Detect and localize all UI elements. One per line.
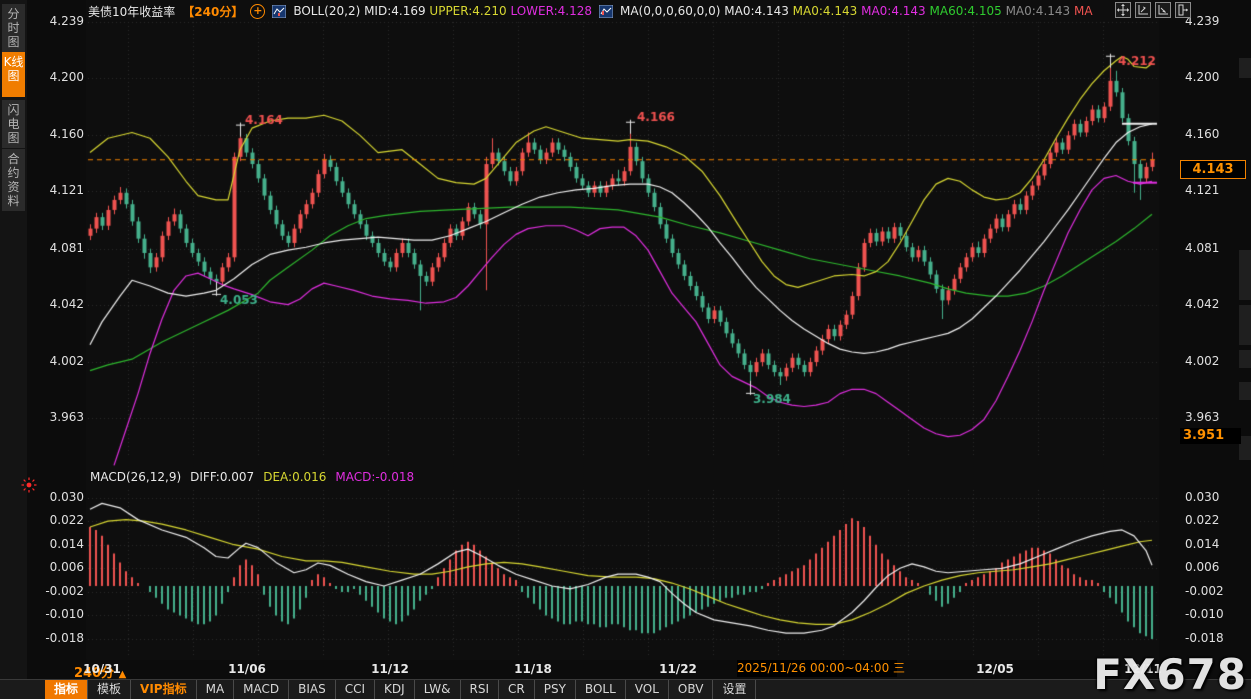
chart-header: 美债10年收益率 【240分】 + BOLL(20,2) MID:4.169 U… — [88, 3, 1093, 19]
price-label-right-5: 4.042 — [1185, 297, 1219, 311]
chart-tool-icons — [1115, 2, 1191, 18]
boll-value-1: UPPER:4.210 — [426, 4, 507, 18]
toolbar-item-BOLL[interactable]: BOLL — [576, 680, 626, 699]
price-label-right-6: 4.002 — [1185, 354, 1219, 368]
axis-scale-left-icon[interactable] — [1135, 2, 1151, 18]
price-label-left-3: 4.121 — [32, 183, 84, 197]
chart-app: 分时图K线图闪电图合约资料 美债10年收益率 【240分】 + BOLL(20,… — [0, 0, 1251, 699]
toolbar-item-MA[interactable]: MA — [197, 680, 235, 699]
boll-value-0: MID:4.169 — [360, 4, 425, 18]
ma-indicator-icon[interactable] — [599, 5, 613, 18]
price-label-left-5: 4.042 — [32, 297, 84, 311]
macd-label-right-4: -0.002 — [1185, 584, 1224, 598]
toolbar-item-模板[interactable]: 模板 — [88, 680, 131, 699]
macd-label-left-6: -0.018 — [32, 631, 84, 645]
sidebar-tab-K线图[interactable]: K线图 — [2, 52, 25, 97]
price-label-right-1: 4.200 — [1185, 70, 1219, 84]
price-label-left-0: 4.239 — [32, 14, 84, 28]
right-strip-block-0 — [1239, 58, 1251, 78]
ma-value-2: MA0:4.143 — [857, 4, 925, 18]
toolbar-item-CCI[interactable]: CCI — [336, 680, 375, 699]
macd-label-left-0: 0.030 — [32, 490, 84, 504]
toolbar-item-VOL[interactable]: VOL — [626, 680, 669, 699]
watermark: FX678 — [1093, 650, 1247, 699]
toolbar-item-VIP指标[interactable]: VIP指标 — [131, 680, 197, 699]
macd-readout-2: DEA:0.016 — [263, 470, 326, 484]
price-label-right-7: 3.963 — [1185, 410, 1219, 424]
crosshair-icon[interactable] — [1115, 2, 1131, 18]
toolbar-item-RSI[interactable]: RSI — [461, 680, 500, 699]
price-label-left-6: 4.002 — [32, 354, 84, 368]
boll-value-2: LOWER:4.128 — [507, 4, 592, 18]
sidebar: 分时图K线图闪电图合约资料 — [0, 0, 27, 699]
instrument-title: 美债10年收益率 — [88, 3, 175, 20]
boll-indicator-icon[interactable] — [272, 5, 286, 18]
toolbar-item-指标[interactable]: 指标 — [45, 680, 88, 699]
ma-value-4: MA0:4.143 — [1002, 4, 1070, 18]
macd-label-right-1: 0.022 — [1185, 513, 1219, 527]
price-label-left-7: 3.963 — [32, 410, 84, 424]
ma-value-5: MA — [1070, 4, 1092, 18]
ma-label: MA(0,0,0,60,0,0) — [620, 4, 720, 18]
toolbar-item-OBV[interactable]: OBV — [669, 680, 714, 699]
right-strip-block-4 — [1239, 382, 1251, 400]
date-tick-11-12: 11/12 — [371, 662, 409, 676]
boll-readout: BOLL(20,2) MID:4.169 UPPER:4.210 LOWER:4… — [293, 4, 592, 18]
macd-readout-3: MACD:-0.018 — [335, 470, 414, 484]
date-tick-11-22: 11/22 — [659, 662, 697, 676]
ma-value-0: MA0:4.143 — [720, 4, 788, 18]
ma-readout: MA(0,0,0,60,0,0) MA0:4.143 MA0:4.143 MA0… — [620, 4, 1093, 18]
sidebar-tab-合约资料[interactable]: 合约资料 — [2, 149, 25, 211]
date-tick-11-06: 11/06 — [228, 662, 266, 676]
price-label-left-4: 4.081 — [32, 241, 84, 255]
sidebar-tab-分时图[interactable]: 分时图 — [2, 4, 25, 52]
right-strip-block-1 — [1239, 250, 1251, 300]
price-label-right-4: 4.081 — [1185, 241, 1219, 255]
period-badge: 【240分】 — [182, 3, 243, 20]
boll-label: BOLL(20,2) — [293, 4, 360, 18]
price-label-right-2: 4.160 — [1185, 127, 1219, 141]
axis-scale-right-icon[interactable] — [1155, 2, 1171, 18]
macd-label-right-5: -0.010 — [1185, 607, 1224, 621]
crosshair-date-readout: 2025/11/26 00:00~04:00 三 — [737, 660, 897, 677]
date-tick-11-18: 11/18 — [514, 662, 552, 676]
chart-canvas[interactable] — [0, 0, 1251, 699]
macd-label-right-6: -0.018 — [1185, 631, 1224, 645]
right-strip-block-3 — [1239, 350, 1251, 368]
macd-label-right-3: 0.006 — [1185, 560, 1219, 574]
low-price-badge: 3.951 — [1180, 428, 1241, 444]
toolbar-item-CR[interactable]: CR — [499, 680, 535, 699]
toolbar-item-PSY[interactable]: PSY — [535, 680, 576, 699]
indicator-toolbar: 指标模板VIP指标MAMACDBIASCCIKDJLW&RSICRPSYBOLL… — [0, 679, 1251, 699]
toolbar-item-MACD[interactable]: MACD — [234, 680, 289, 699]
macd-label-left-5: -0.010 — [32, 607, 84, 621]
macd-label-right-2: 0.014 — [1185, 537, 1219, 551]
last-price-badge: 4.143 — [1180, 160, 1246, 179]
macd-label-left-2: 0.014 — [32, 537, 84, 551]
price-label-left-2: 4.160 — [32, 127, 84, 141]
macd-label-left-1: 0.022 — [32, 513, 84, 527]
price-label-right-3: 4.121 — [1185, 183, 1219, 197]
toolbar-item-KDJ[interactable]: KDJ — [375, 680, 415, 699]
right-strip-block-2 — [1239, 305, 1251, 345]
date-tick-10-31: 10/31 — [83, 662, 121, 676]
collapse-right-icon[interactable] — [1175, 2, 1191, 18]
macd-readout-1: DIFF:0.007 — [190, 470, 254, 484]
macd-label-left-4: -0.002 — [32, 584, 84, 598]
alarm-icon[interactable] — [21, 477, 37, 497]
toolbar-item-BIAS[interactable]: BIAS — [289, 680, 336, 699]
ma-value-1: MA0:4.143 — [789, 4, 857, 18]
toolbar-item-LW&[interactable]: LW& — [415, 680, 461, 699]
sidebar-tab-闪电图[interactable]: 闪电图 — [2, 100, 25, 148]
date-tick-12-05: 12/05 — [976, 662, 1014, 676]
x-axis: 240分 ▲ 10/3111/0611/1211/1811/2212/0512/… — [0, 660, 1251, 678]
macd-label-left-3: 0.006 — [32, 560, 84, 574]
macd-header: MACD(26,12,9) DIFF:0.007 DEA:0.016 MACD:-0.… — [90, 470, 414, 484]
circle-plus-icon[interactable]: + — [250, 4, 265, 19]
price-label-left-1: 4.200 — [32, 70, 84, 84]
macd-label-right-0: 0.030 — [1185, 490, 1219, 504]
toolbar-item-设置[interactable]: 设置 — [713, 680, 756, 699]
ma-value-3: MA60:4.105 — [926, 4, 1002, 18]
macd-readout-0: MACD(26,12,9) — [90, 470, 181, 484]
